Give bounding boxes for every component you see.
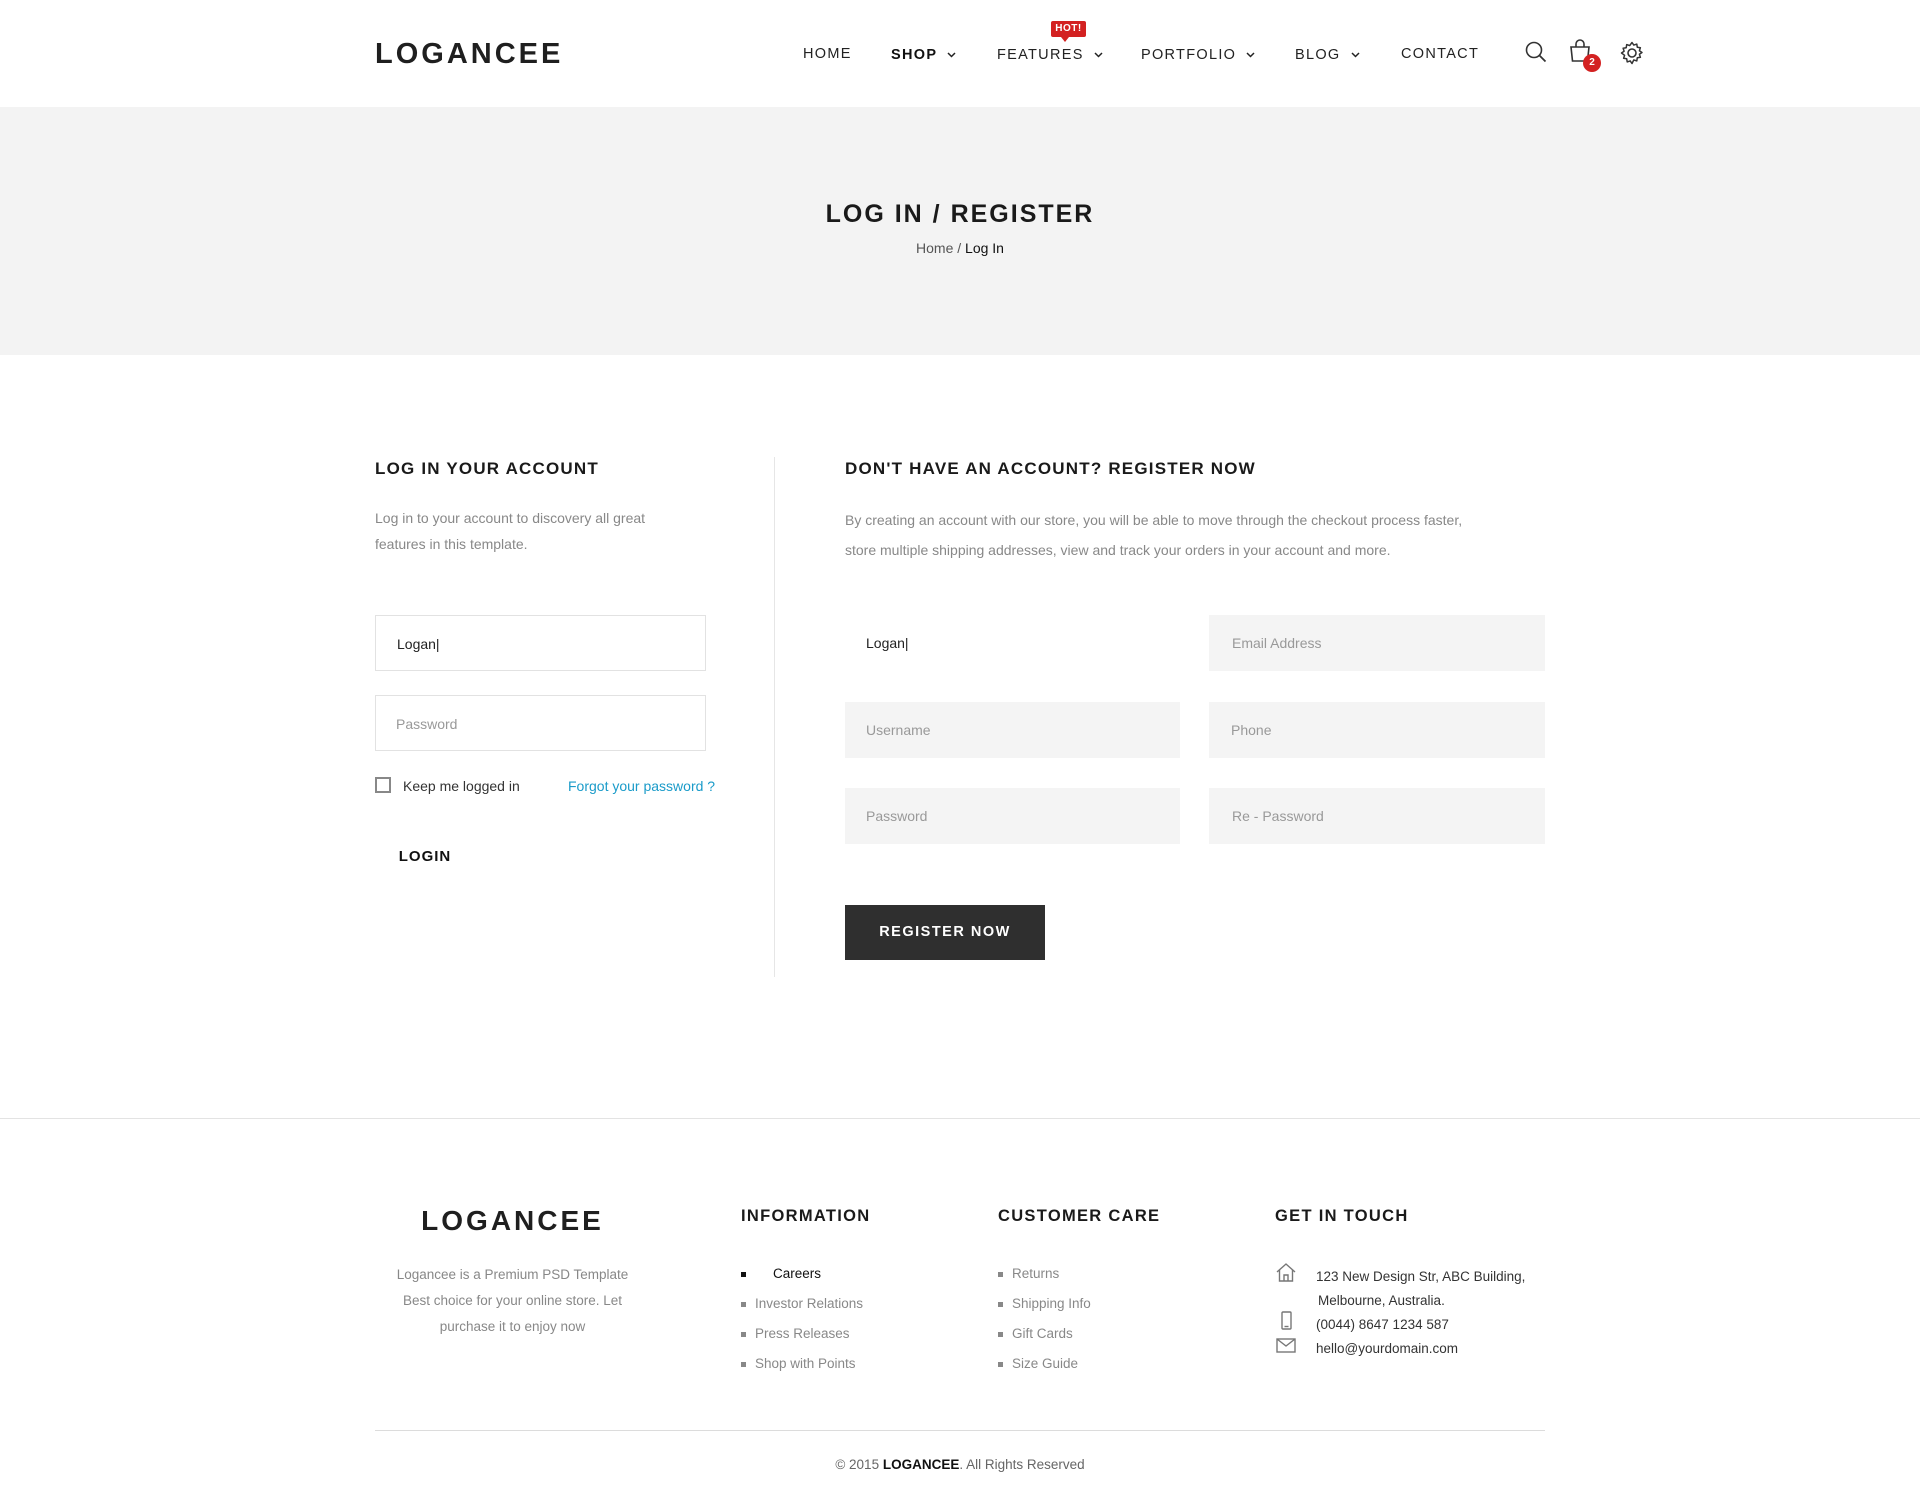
login-title: LOG IN YOUR ACCOUNT: [375, 459, 599, 478]
copyright: © 2015 LOGANCEE. All Rights Reserved: [0, 1457, 1920, 1472]
register-password-input[interactable]: Password: [845, 788, 1180, 844]
footer-contact-title: GET IN TOUCH: [1275, 1207, 1409, 1225]
home-icon: [1275, 1262, 1297, 1284]
footer-customer-care-title: CUSTOMER CARE: [998, 1207, 1161, 1225]
footer-address-line2: Melbourne, Australia.: [1318, 1293, 1445, 1308]
footer-link-shop-with-points[interactable]: Shop with Points: [741, 1353, 863, 1383]
nav-contact-label: CONTACT: [1401, 46, 1480, 62]
search-icon[interactable]: [1524, 40, 1550, 66]
chevron-down-icon: [1246, 46, 1255, 62]
register-repassword-input[interactable]: Re - Password: [1209, 788, 1545, 844]
footer-phone-text: (0044) 8647 1234 587: [1316, 1317, 1449, 1332]
footer-about-line: Best choice for your online store. Let: [402, 1293, 623, 1308]
footer-about: Logancee is a Premium PSD Template Best …: [375, 1262, 650, 1340]
nav-contact[interactable]: CONTACT: [1401, 46, 1479, 62]
keep-logged-in-label: Keep me logged in: [403, 778, 520, 794]
footer-divider: [0, 1118, 1920, 1119]
register-description-line: store multiple shipping addresses, view …: [845, 542, 1391, 558]
nav-features-label: FEATURES: [997, 47, 1084, 63]
register-phone-input[interactable]: Phone: [1209, 702, 1545, 758]
breadcrumb-home[interactable]: Home: [916, 240, 953, 256]
footer-address-line1: 123 New Design Str, ABC Building,: [1316, 1269, 1526, 1284]
footer-link-shipping-info[interactable]: Shipping Info: [998, 1293, 1091, 1323]
footer-about-line: Logancee is a Premium PSD Template: [396, 1267, 629, 1282]
nav-home[interactable]: HOME: [803, 46, 852, 62]
footer-logo[interactable]: LOGANCEE: [375, 1205, 650, 1237]
login-username-input[interactable]: Logan|: [375, 615, 706, 671]
footer-link-gift-cards[interactable]: Gift Cards: [998, 1323, 1091, 1353]
copyright-brand: LOGANCEE: [882, 1457, 960, 1472]
footer-about-line: purchase it to enjoy now: [439, 1319, 586, 1334]
nav-shop[interactable]: SHOP: [891, 46, 956, 63]
footer-link-size-guide[interactable]: Size Guide: [998, 1353, 1091, 1383]
footer-customer-care-list: Returns Shipping Info Gift Cards Size Gu…: [998, 1263, 1091, 1383]
nav-portfolio[interactable]: PORTFOLIO: [1141, 46, 1255, 63]
register-description: By creating an account with our store, y…: [845, 505, 1565, 565]
footer-link-returns[interactable]: Returns: [998, 1263, 1091, 1293]
chevron-down-icon: [1094, 46, 1103, 62]
login-description-line: Log in to your account to discovery all …: [375, 510, 646, 526]
footer-bottom-divider: [375, 1430, 1545, 1431]
hot-badge: HOT!: [1051, 21, 1086, 42]
chevron-down-icon: [947, 46, 956, 62]
footer-address-text: 123 New Design Str, ABC Building, Melbour…: [1316, 1265, 1525, 1313]
nav-blog[interactable]: BLOG: [1295, 46, 1360, 63]
breadcrumb-separator: /: [953, 240, 966, 256]
mobile-phone-icon: [1275, 1310, 1297, 1332]
register-username-input[interactable]: Username: [845, 702, 1180, 758]
envelope-icon: [1275, 1334, 1297, 1356]
footer-link-investor-relations[interactable]: Investor Relations: [741, 1293, 863, 1323]
page-hero: [0, 107, 1920, 355]
copyright-suffix: . All Rights Reserved: [959, 1457, 1085, 1472]
nav-portfolio-label: PORTFOLIO: [1141, 47, 1237, 63]
login-button[interactable]: LOGIN: [375, 834, 475, 880]
register-email-input[interactable]: Email Address: [1209, 615, 1545, 671]
register-now-button[interactable]: REGISTER NOW: [845, 905, 1045, 960]
nav-features[interactable]: FEATURES: [997, 46, 1103, 63]
site-logo[interactable]: LOGANCEE: [375, 38, 563, 71]
footer-link-careers[interactable]: Careers: [741, 1263, 863, 1293]
cart-count-badge: 2: [1583, 54, 1601, 72]
chevron-down-icon: [1350, 46, 1360, 62]
nav-blog-label: BLOG: [1295, 47, 1341, 63]
nav-shop-label: SHOP: [891, 47, 938, 63]
nav-home-label: HOME: [803, 46, 852, 62]
breadcrumb-current: Log In: [965, 240, 1004, 256]
register-name-input[interactable]: Logan|: [845, 615, 1180, 671]
gear-icon[interactable]: [1619, 40, 1645, 66]
site-header: LOGANCEE HOME SHOP FEATURES HOT! PORTFOL…: [0, 0, 1920, 107]
footer-information-list: Careers Investor Relations Press Release…: [741, 1263, 863, 1383]
footer-link-press-releases[interactable]: Press Releases: [741, 1323, 863, 1353]
page-title: LOG IN / REGISTER: [825, 200, 1095, 228]
footer-information-title: INFORMATION: [741, 1207, 871, 1225]
forgot-password-link[interactable]: Forgot your password ?: [568, 778, 715, 794]
login-password-input[interactable]: Password: [375, 695, 706, 751]
footer-email-text[interactable]: hello@yourdomain.com: [1316, 1337, 1458, 1361]
login-description-line: features in this template.: [375, 536, 528, 552]
column-divider: [774, 457, 775, 977]
register-description-line: By creating an account with our store, y…: [845, 512, 1463, 528]
register-title: DON'T HAVE AN ACCOUNT? REGISTER NOW: [845, 459, 1256, 478]
breadcrumb: Home / Log In: [0, 240, 1920, 256]
keep-logged-in-checkbox[interactable]: [375, 777, 391, 793]
copyright-prefix: © 2015: [835, 1457, 883, 1472]
login-description: Log in to your account to discovery all …: [375, 505, 715, 557]
